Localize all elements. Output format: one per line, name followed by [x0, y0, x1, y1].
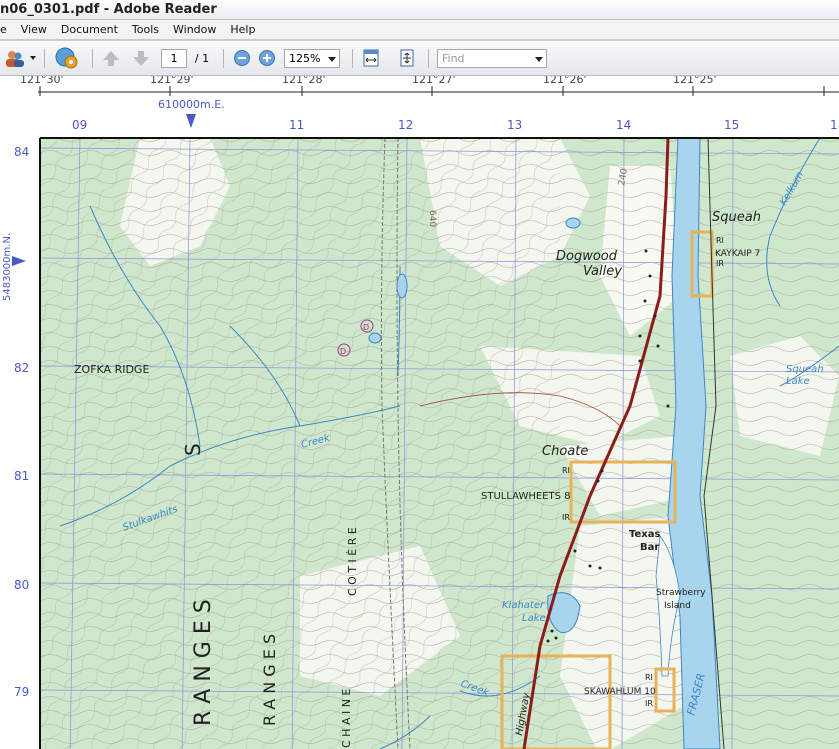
place-ranges-2: R A N G E S: [260, 634, 279, 726]
lon-label-1: 121°29': [150, 76, 194, 86]
place-zofka-ridge: ZOFKA RIDGE: [74, 363, 149, 376]
pond-1: [565, 217, 581, 229]
northing-tick-84: 84: [14, 145, 29, 159]
reserve-ri-3: RI: [645, 673, 653, 682]
place-stullawheets: STULLAWHEETS 8: [481, 491, 570, 502]
reserve-ri-1: RI: [716, 236, 724, 245]
pond-3: [396, 273, 408, 299]
lon-label-2: 121°28': [282, 76, 326, 86]
menu-bar: e View Document Tools Window Help: [0, 20, 839, 40]
organizer-button[interactable]: [52, 47, 82, 69]
menu-tools[interactable]: Tools: [125, 20, 166, 40]
arrow-up-icon: [103, 51, 119, 66]
zoom-in-button[interactable]: [257, 47, 277, 69]
place-dogwood: Dogwood: [556, 249, 618, 264]
window-title: n06_0301.pdf - Adobe Reader: [0, 2, 217, 17]
easting-arrow-icon: [186, 114, 196, 128]
title-bar: n06_0301.pdf - Adobe Reader: [0, 0, 839, 20]
place-lake: Lake: [522, 613, 546, 624]
easting-tick-15: 15: [724, 118, 739, 132]
people-icon: [6, 51, 36, 67]
reserve-ri-2: RI: [562, 466, 570, 475]
toolbar: 1 / 1 125% Find: [0, 41, 839, 76]
place-squeah-lake-2: Lake: [786, 376, 810, 387]
zoom-level-value: 125%: [289, 52, 321, 65]
menu-help[interactable]: Help: [223, 20, 262, 40]
map-frame: [40, 138, 839, 749]
easting-tick-13: 13: [507, 118, 522, 132]
easting-tick-12: 12: [398, 118, 413, 132]
lon-label-3: 121°27': [412, 76, 456, 86]
place-kaykaip: KAYKAIP 7: [715, 249, 760, 259]
easting-tick-16: 1: [830, 118, 838, 132]
menu-document[interactable]: Document: [54, 20, 125, 40]
place-ranges-1: R A N G E S: [191, 599, 216, 726]
zoom-out-button[interactable]: [232, 47, 252, 69]
page-total: / 1: [194, 51, 210, 65]
place-valley: Valley: [583, 264, 622, 279]
find-placeholder: Find: [442, 52, 465, 65]
lon-label-0: 121°30': [20, 76, 64, 86]
northing-arrow-icon: [12, 256, 26, 266]
reserve-ir-2: IR: [562, 513, 570, 522]
easting-tick-14: 14: [616, 118, 631, 132]
place-klahater: Klahater: [502, 600, 545, 611]
northing-tick-82: 82: [14, 361, 29, 375]
find-dropdown-icon: [535, 57, 543, 62]
find-input[interactable]: Find: [437, 49, 547, 68]
reserve-ir-3: IR: [645, 699, 653, 708]
northing-label: 5483000m.N.: [2, 233, 13, 301]
lon-label-4: 121°26': [543, 76, 587, 86]
northing-tick-79: 79: [14, 685, 29, 699]
place-chaine: C H A I N E: [340, 689, 353, 748]
place-island: Island: [664, 601, 691, 611]
menu-window[interactable]: Window: [166, 20, 223, 40]
reserve-ir-1: IR: [716, 259, 724, 268]
fit-width-icon: [363, 49, 379, 67]
fit-width-button[interactable]: [360, 47, 382, 69]
document-view[interactable]: 121°30' 121°29' 121°28' 121°27' 121°26' …: [0, 76, 839, 749]
place-skawahlum: SKAWAHLUM 10: [584, 687, 656, 697]
chevron-down-icon: [328, 57, 336, 62]
easting-tick-09: 09: [72, 118, 87, 132]
next-page-button[interactable]: [130, 47, 152, 69]
easting-tick-11: 11: [289, 118, 304, 132]
longitude-ticks: [39, 86, 825, 96]
place-cotiere: C O T I È R E: [346, 527, 359, 596]
previous-page-button[interactable]: [100, 47, 122, 69]
place-texas: Texas: [629, 529, 660, 540]
menu-view[interactable]: View: [14, 20, 54, 40]
place-ranges-letter: S: [181, 443, 205, 456]
page-number-input[interactable]: 1: [161, 49, 187, 68]
place-bar: Bar: [640, 542, 659, 553]
pond-2: [368, 332, 382, 344]
place-choate: Choate: [542, 444, 588, 459]
northing-tick-81: 81: [14, 469, 29, 483]
fit-page-icon: [400, 49, 414, 67]
place-strawberry: Strawberry: [656, 588, 706, 598]
zoom-level-select[interactable]: 125%: [284, 49, 340, 68]
place-squeah: Squeah: [712, 210, 761, 225]
easting-label: 610000m.E.: [158, 98, 225, 111]
disposal-label-1: D: [363, 323, 369, 332]
tools-button[interactable]: [2, 47, 38, 69]
arrow-down-icon: [133, 51, 149, 66]
disposal-label-2: D: [340, 347, 346, 356]
lon-label-5: 121°25': [673, 76, 717, 86]
contour-label: 640: [427, 210, 437, 227]
minus-icon: [234, 50, 250, 66]
topographic-map: 121°30' 121°29' 121°28' 121°27' 121°26' …: [2, 76, 839, 749]
menu-edit[interactable]: e: [0, 20, 14, 40]
place-squeah-lake-1: Squeah: [786, 364, 824, 375]
northing-tick-80: 80: [14, 578, 29, 592]
plus-icon: [259, 50, 275, 66]
gear-globe-icon: [55, 47, 78, 69]
fit-page-button[interactable]: [396, 47, 418, 69]
